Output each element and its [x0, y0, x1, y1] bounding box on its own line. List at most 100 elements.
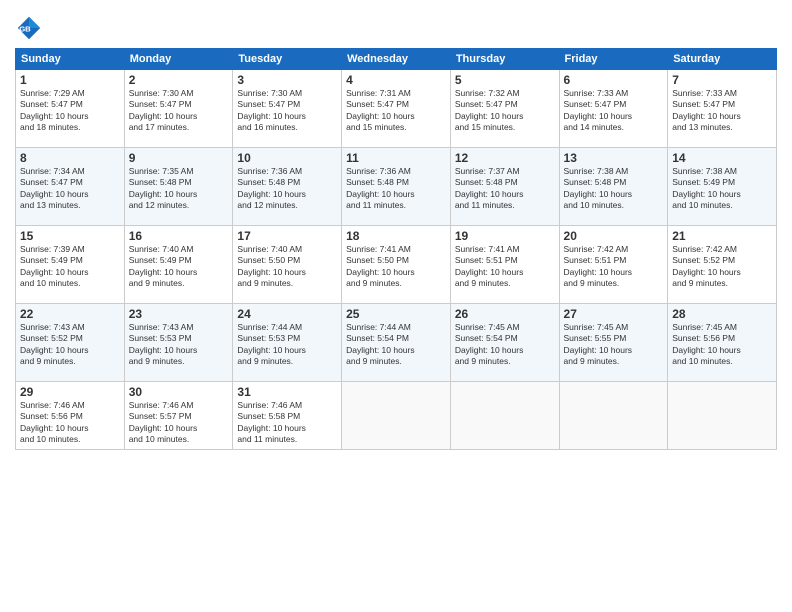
day-number: 21	[672, 229, 772, 243]
day-info: Sunrise: 7:35 AMSunset: 5:48 PMDaylight:…	[129, 166, 229, 212]
calendar-cell: 7Sunrise: 7:33 AMSunset: 5:47 PMDaylight…	[668, 70, 777, 148]
calendar-cell: 24Sunrise: 7:44 AMSunset: 5:53 PMDayligh…	[233, 304, 342, 382]
calendar-cell: 21Sunrise: 7:42 AMSunset: 5:52 PMDayligh…	[668, 226, 777, 304]
day-number: 9	[129, 151, 229, 165]
calendar-cell: 9Sunrise: 7:35 AMSunset: 5:48 PMDaylight…	[124, 148, 233, 226]
day-number: 23	[129, 307, 229, 321]
day-number: 3	[237, 73, 337, 87]
calendar-cell: 23Sunrise: 7:43 AMSunset: 5:53 PMDayligh…	[124, 304, 233, 382]
day-info: Sunrise: 7:44 AMSunset: 5:54 PMDaylight:…	[346, 322, 446, 368]
calendar-header-saturday: Saturday	[668, 49, 777, 70]
calendar-table: SundayMondayTuesdayWednesdayThursdayFrid…	[15, 48, 777, 450]
calendar-header-tuesday: Tuesday	[233, 49, 342, 70]
calendar-header-thursday: Thursday	[450, 49, 559, 70]
day-number: 27	[564, 307, 664, 321]
calendar-cell: 12Sunrise: 7:37 AMSunset: 5:48 PMDayligh…	[450, 148, 559, 226]
calendar-cell: 11Sunrise: 7:36 AMSunset: 5:48 PMDayligh…	[342, 148, 451, 226]
day-info: Sunrise: 7:42 AMSunset: 5:51 PMDaylight:…	[564, 244, 664, 290]
day-number: 17	[237, 229, 337, 243]
day-number: 20	[564, 229, 664, 243]
calendar-cell: 8Sunrise: 7:34 AMSunset: 5:47 PMDaylight…	[16, 148, 125, 226]
day-number: 15	[20, 229, 120, 243]
day-info: Sunrise: 7:38 AMSunset: 5:48 PMDaylight:…	[564, 166, 664, 212]
day-number: 19	[455, 229, 555, 243]
day-info: Sunrise: 7:41 AMSunset: 5:51 PMDaylight:…	[455, 244, 555, 290]
day-info: Sunrise: 7:45 AMSunset: 5:56 PMDaylight:…	[672, 322, 772, 368]
calendar-cell: 18Sunrise: 7:41 AMSunset: 5:50 PMDayligh…	[342, 226, 451, 304]
day-info: Sunrise: 7:37 AMSunset: 5:48 PMDaylight:…	[455, 166, 555, 212]
day-number: 26	[455, 307, 555, 321]
calendar-cell: 3Sunrise: 7:30 AMSunset: 5:47 PMDaylight…	[233, 70, 342, 148]
calendar-cell: 4Sunrise: 7:31 AMSunset: 5:47 PMDaylight…	[342, 70, 451, 148]
day-info: Sunrise: 7:38 AMSunset: 5:49 PMDaylight:…	[672, 166, 772, 212]
calendar-cell: 28Sunrise: 7:45 AMSunset: 5:56 PMDayligh…	[668, 304, 777, 382]
day-number: 6	[564, 73, 664, 87]
day-info: Sunrise: 7:33 AMSunset: 5:47 PMDaylight:…	[672, 88, 772, 134]
calendar-cell: 5Sunrise: 7:32 AMSunset: 5:47 PMDaylight…	[450, 70, 559, 148]
day-number: 12	[455, 151, 555, 165]
calendar-cell	[450, 382, 559, 450]
calendar-cell: 30Sunrise: 7:46 AMSunset: 5:57 PMDayligh…	[124, 382, 233, 450]
calendar-header-sunday: Sunday	[16, 49, 125, 70]
calendar-cell	[668, 382, 777, 450]
calendar-cell: 25Sunrise: 7:44 AMSunset: 5:54 PMDayligh…	[342, 304, 451, 382]
calendar-header-friday: Friday	[559, 49, 668, 70]
day-info: Sunrise: 7:40 AMSunset: 5:50 PMDaylight:…	[237, 244, 337, 290]
calendar-cell: 1Sunrise: 7:29 AMSunset: 5:47 PMDaylight…	[16, 70, 125, 148]
day-number: 18	[346, 229, 446, 243]
day-number: 16	[129, 229, 229, 243]
calendar-header-row: SundayMondayTuesdayWednesdayThursdayFrid…	[16, 49, 777, 70]
calendar-cell: 6Sunrise: 7:33 AMSunset: 5:47 PMDaylight…	[559, 70, 668, 148]
calendar-cell: 31Sunrise: 7:46 AMSunset: 5:58 PMDayligh…	[233, 382, 342, 450]
day-number: 1	[20, 73, 120, 87]
day-number: 29	[20, 385, 120, 399]
day-info: Sunrise: 7:40 AMSunset: 5:49 PMDaylight:…	[129, 244, 229, 290]
calendar-cell: 20Sunrise: 7:42 AMSunset: 5:51 PMDayligh…	[559, 226, 668, 304]
day-number: 25	[346, 307, 446, 321]
day-info: Sunrise: 7:46 AMSunset: 5:56 PMDaylight:…	[20, 400, 120, 446]
header: GB	[15, 10, 777, 42]
day-info: Sunrise: 7:43 AMSunset: 5:52 PMDaylight:…	[20, 322, 120, 368]
calendar-cell: 16Sunrise: 7:40 AMSunset: 5:49 PMDayligh…	[124, 226, 233, 304]
calendar-cell: 17Sunrise: 7:40 AMSunset: 5:50 PMDayligh…	[233, 226, 342, 304]
day-info: Sunrise: 7:46 AMSunset: 5:58 PMDaylight:…	[237, 400, 337, 446]
day-info: Sunrise: 7:30 AMSunset: 5:47 PMDaylight:…	[129, 88, 229, 134]
day-number: 5	[455, 73, 555, 87]
logo-icon: GB	[15, 14, 43, 42]
day-number: 28	[672, 307, 772, 321]
day-info: Sunrise: 7:32 AMSunset: 5:47 PMDaylight:…	[455, 88, 555, 134]
day-number: 22	[20, 307, 120, 321]
day-info: Sunrise: 7:45 AMSunset: 5:55 PMDaylight:…	[564, 322, 664, 368]
calendar-cell: 13Sunrise: 7:38 AMSunset: 5:48 PMDayligh…	[559, 148, 668, 226]
day-number: 4	[346, 73, 446, 87]
day-info: Sunrise: 7:33 AMSunset: 5:47 PMDaylight:…	[564, 88, 664, 134]
day-info: Sunrise: 7:46 AMSunset: 5:57 PMDaylight:…	[129, 400, 229, 446]
day-info: Sunrise: 7:39 AMSunset: 5:49 PMDaylight:…	[20, 244, 120, 290]
calendar-header-wednesday: Wednesday	[342, 49, 451, 70]
day-number: 8	[20, 151, 120, 165]
calendar-cell: 29Sunrise: 7:46 AMSunset: 5:56 PMDayligh…	[16, 382, 125, 450]
day-number: 2	[129, 73, 229, 87]
day-number: 30	[129, 385, 229, 399]
day-number: 10	[237, 151, 337, 165]
svg-text:GB: GB	[19, 25, 31, 34]
day-info: Sunrise: 7:36 AMSunset: 5:48 PMDaylight:…	[346, 166, 446, 212]
day-number: 7	[672, 73, 772, 87]
day-info: Sunrise: 7:44 AMSunset: 5:53 PMDaylight:…	[237, 322, 337, 368]
day-number: 13	[564, 151, 664, 165]
day-info: Sunrise: 7:30 AMSunset: 5:47 PMDaylight:…	[237, 88, 337, 134]
day-info: Sunrise: 7:41 AMSunset: 5:50 PMDaylight:…	[346, 244, 446, 290]
calendar-cell: 15Sunrise: 7:39 AMSunset: 5:49 PMDayligh…	[16, 226, 125, 304]
day-info: Sunrise: 7:45 AMSunset: 5:54 PMDaylight:…	[455, 322, 555, 368]
day-info: Sunrise: 7:34 AMSunset: 5:47 PMDaylight:…	[20, 166, 120, 212]
day-number: 14	[672, 151, 772, 165]
day-info: Sunrise: 7:42 AMSunset: 5:52 PMDaylight:…	[672, 244, 772, 290]
day-info: Sunrise: 7:29 AMSunset: 5:47 PMDaylight:…	[20, 88, 120, 134]
calendar-cell: 2Sunrise: 7:30 AMSunset: 5:47 PMDaylight…	[124, 70, 233, 148]
day-number: 31	[237, 385, 337, 399]
calendar-cell: 14Sunrise: 7:38 AMSunset: 5:49 PMDayligh…	[668, 148, 777, 226]
calendar-cell: 27Sunrise: 7:45 AMSunset: 5:55 PMDayligh…	[559, 304, 668, 382]
day-number: 24	[237, 307, 337, 321]
calendar-cell	[559, 382, 668, 450]
calendar-header-monday: Monday	[124, 49, 233, 70]
